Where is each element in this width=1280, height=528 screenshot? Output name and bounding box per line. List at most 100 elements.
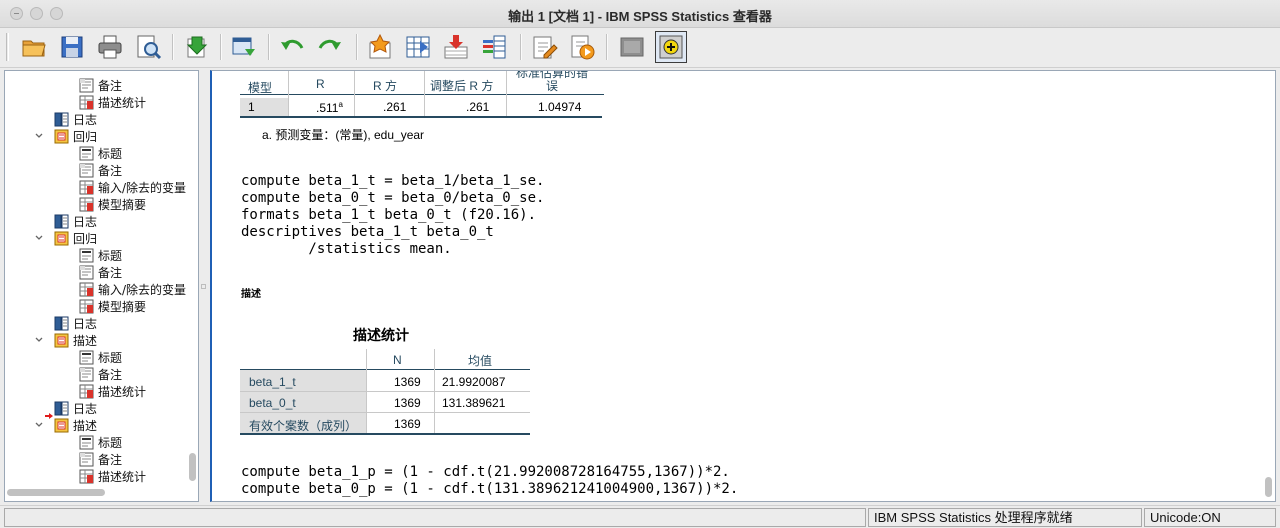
outline-pane[interactable]: 备注 描述统计 日志 回归 标题 备注 输入/除去的变量 模型摘要 日志 回归 标题 备注 输入/除去的… <box>4 70 199 502</box>
insert-cases-icon <box>444 35 468 59</box>
outline-item-label: 模型摘要 <box>98 198 147 212</box>
outline-item-label: 日志 <box>73 317 98 331</box>
outline-item[interactable]: 日志 <box>54 400 97 417</box>
designate-window-button[interactable] <box>655 31 687 63</box>
row-label: beta_1_t <box>249 375 296 389</box>
cell-n: 1369 <box>394 417 421 431</box>
expand-toggle[interactable] <box>34 233 44 243</box>
note-icon <box>79 367 95 382</box>
scroll-thumb[interactable] <box>1265 477 1272 497</box>
note-icon <box>79 452 95 467</box>
outline-item[interactable]: 回归 <box>54 128 97 145</box>
outline-item-label: 备注 <box>98 266 123 280</box>
section-title[interactable]: 描述 <box>241 285 261 300</box>
expand-toggle[interactable] <box>34 420 44 430</box>
pane-splitter[interactable] <box>199 70 209 502</box>
outline-item[interactable]: 输入/除去的变量 <box>79 281 186 298</box>
outline-item[interactable]: 备注 <box>79 451 122 468</box>
outline-item-label: 标题 <box>98 436 123 450</box>
variables-icon <box>483 35 506 59</box>
outline-item[interactable]: 日志 <box>54 213 97 230</box>
status-bar: IBM SPSS Statistics 处理程序就绪 Unicode:ON <box>0 505 1280 528</box>
scroll-thumb[interactable] <box>189 453 196 481</box>
save-button[interactable] <box>56 31 88 63</box>
cell-mean: 21.9920087 <box>442 375 506 389</box>
outline-item[interactable]: 标题 <box>79 349 122 366</box>
run-script-icon <box>571 35 595 60</box>
table-icon <box>79 197 95 212</box>
expand-toggle[interactable] <box>34 131 44 141</box>
outline-item[interactable]: 标题 <box>79 434 122 451</box>
outline-item[interactable]: 描述 <box>54 417 97 434</box>
redo-icon <box>318 39 341 50</box>
outline-item[interactable]: 回归 <box>54 230 97 247</box>
variables-button[interactable] <box>478 31 510 63</box>
outline-item[interactable]: 描述统计 <box>79 468 146 485</box>
expand-toggle[interactable] <box>34 335 44 345</box>
scroll-thumb[interactable] <box>7 489 105 496</box>
outline-item[interactable]: 模型摘要 <box>79 196 146 213</box>
outline-item-label: 输入/除去的变量 <box>98 181 187 195</box>
recall-dialog-button[interactable] <box>228 31 260 63</box>
go-to-variable-button[interactable] <box>402 31 434 63</box>
desc-stats-table[interactable]: N 均值 beta_1_t 1369 21.9920087 beta_0_t 1… <box>240 347 532 437</box>
output-content-pane[interactable]: 模型 R R 方 调整后 R 方 标准估算的错 误 1 .511a .261 .… <box>210 70 1276 502</box>
outline-horizontal-scrollbar[interactable] <box>5 485 186 499</box>
title-bar: 输出 1 [文档 1] - IBM SPSS Statistics 查看器 <box>0 0 1280 28</box>
outline-item-label: 回归 <box>73 130 98 144</box>
toolbar-grip[interactable] <box>6 33 9 61</box>
disabled-tool-button[interactable] <box>616 31 648 63</box>
print-preview-icon <box>137 35 162 60</box>
cell-adj-r-square: .261 <box>466 100 490 114</box>
table-icon <box>79 469 95 484</box>
outline-item-label: 回归 <box>73 232 98 246</box>
log-book-icon <box>54 112 70 127</box>
open-button[interactable] <box>18 31 50 63</box>
window-title: 输出 1 [文档 1] - IBM SPSS Statistics 查看器 <box>508 9 772 24</box>
toolbar-separator <box>172 34 174 60</box>
export-icon <box>186 36 208 58</box>
outline-item[interactable]: 模型摘要 <box>79 298 146 315</box>
export-button[interactable] <box>180 31 212 63</box>
edit-output-button[interactable] <box>528 31 560 63</box>
run-script-button[interactable] <box>566 31 598 63</box>
content-vertical-scrollbar[interactable] <box>1261 71 1275 501</box>
cell-model: 1 <box>248 100 255 114</box>
cell-n: 1369 <box>394 375 421 389</box>
cell-std-error: 1.04974 <box>538 100 582 114</box>
redo-button[interactable] <box>314 31 346 63</box>
go-to-case-button[interactable] <box>364 31 396 63</box>
outline-item[interactable]: 备注 <box>79 264 122 281</box>
model-summary-table[interactable]: 模型 R R 方 调整后 R 方 标准估算的错 误 1 .511a .261 .… <box>240 71 604 123</box>
syntax-line: compute beta_0_p = (1 - cdf.t(131.389621… <box>241 481 739 497</box>
outline-item[interactable]: 描述 <box>54 332 97 349</box>
insert-cases-button[interactable] <box>440 31 472 63</box>
outline-item[interactable]: 备注 <box>79 162 122 179</box>
table-icon <box>79 180 95 195</box>
outline-vertical-scrollbar[interactable] <box>186 71 198 483</box>
toolbar-separator <box>520 34 522 60</box>
col-header-mean: 均值 <box>468 354 493 368</box>
undo-button[interactable] <box>276 31 308 63</box>
outline-item[interactable]: 备注 <box>79 366 122 383</box>
chevron-down-icon <box>35 337 43 342</box>
outline-item[interactable]: 备注 <box>79 77 122 94</box>
outline-item-label: 模型摘要 <box>98 300 147 314</box>
title-icon <box>79 248 95 263</box>
col-header-r-square: R 方 <box>373 79 398 93</box>
print-button[interactable] <box>94 31 126 63</box>
outline-item[interactable]: 标题 <box>79 145 122 162</box>
outline-item-label: 输入/除去的变量 <box>98 283 187 297</box>
outline-item[interactable]: 输入/除去的变量 <box>79 179 186 196</box>
outline-item[interactable]: 日志 <box>54 111 97 128</box>
col-header-std-error-line2: 误 <box>546 79 559 93</box>
outline-item[interactable]: 日志 <box>54 315 97 332</box>
outline-item[interactable]: 标题 <box>79 247 122 264</box>
outline-item[interactable]: 描述统计 <box>79 94 146 111</box>
table-icon <box>79 282 95 297</box>
outline-item[interactable]: 描述统计 <box>79 383 146 400</box>
note-icon <box>79 78 95 93</box>
syntax-line: descriptives beta_1_t beta_0_t <box>241 224 494 240</box>
print-preview-button[interactable] <box>132 31 164 63</box>
outline-item-label: 标题 <box>98 249 123 263</box>
